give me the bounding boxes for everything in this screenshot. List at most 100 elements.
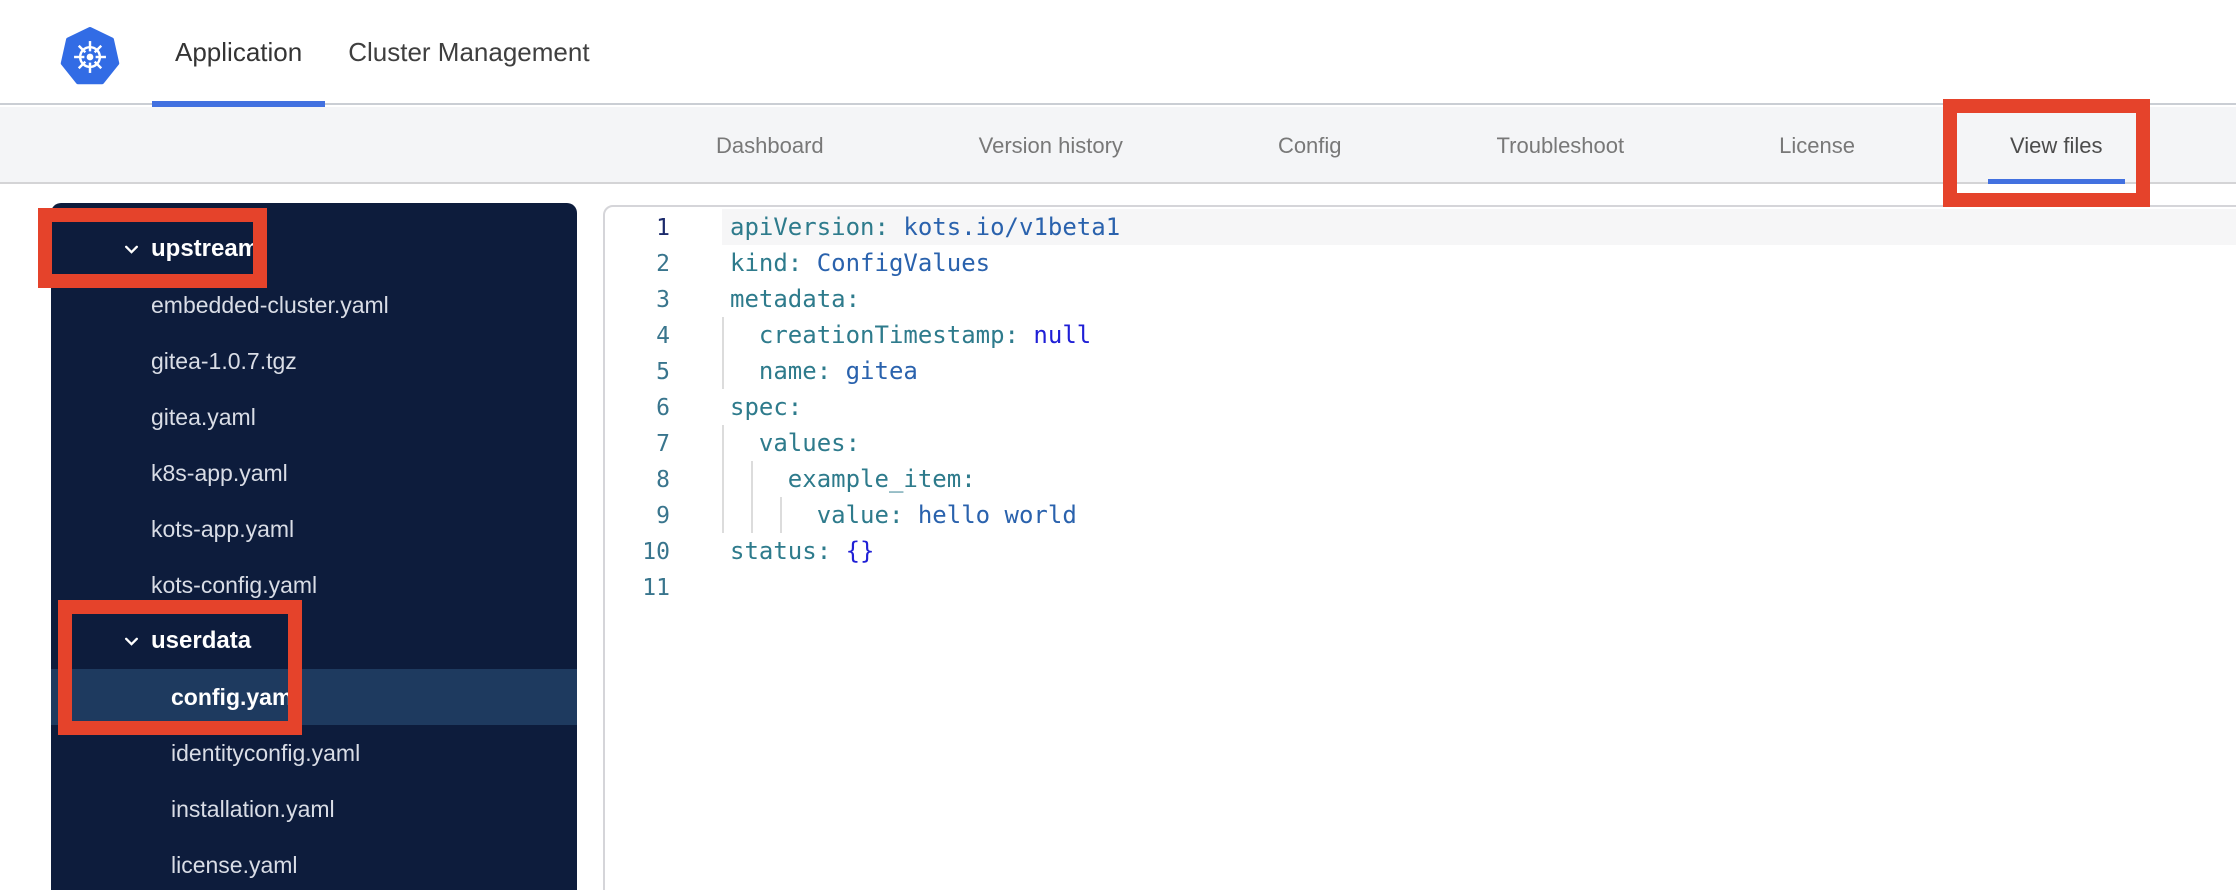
app-tab-label: View files bbox=[2009, 132, 2103, 158]
app-tab-label: Config bbox=[1277, 132, 1342, 158]
code-line-7[interactable]: 7 values: bbox=[605, 425, 2236, 461]
code-line-5[interactable]: 5 name: gitea bbox=[605, 353, 2236, 389]
tree-file-config-yaml[interactable]: config.yaml bbox=[51, 669, 577, 725]
indent-guide bbox=[750, 497, 753, 533]
code-line-3[interactable]: 3 metadata: bbox=[605, 281, 2236, 317]
tree-file-kots-config-yaml[interactable]: kots-config.yaml bbox=[51, 557, 577, 613]
code-line-8[interactable]: 8 example_item: bbox=[605, 461, 2236, 497]
code-token-atom: {} bbox=[831, 537, 875, 565]
app-tab-license[interactable]: License bbox=[1779, 107, 1855, 184]
chevron-down-icon bbox=[125, 637, 138, 646]
tree-file-gitea-yaml[interactable]: gitea.yaml bbox=[51, 389, 577, 445]
code-token-value: hello world bbox=[903, 501, 1077, 529]
indent-guide bbox=[722, 461, 724, 497]
code-text: value: hello world bbox=[730, 501, 1077, 529]
line-number: 4 bbox=[656, 323, 670, 349]
code-line-6[interactable]: 6 spec: bbox=[605, 389, 2236, 425]
app-tab-label: Dashboard bbox=[716, 132, 824, 158]
tree-folder-upstream[interactable]: upstream bbox=[51, 221, 577, 277]
app-tab-troubleshoot[interactable]: Troubleshoot bbox=[1497, 107, 1625, 184]
yaml-code-viewer[interactable]: 1 apiVersion: kots.io/v1beta1 2 kind: Confi… bbox=[603, 205, 2236, 890]
code-token-key: example_item: bbox=[730, 465, 976, 493]
line-number: 11 bbox=[642, 575, 670, 601]
line-number: 8 bbox=[656, 467, 670, 493]
code-token-value: kots.io/v1beta1 bbox=[888, 213, 1121, 241]
tree-file-k8s-app-yaml[interactable]: k8s-app.yaml bbox=[51, 445, 577, 501]
code-line-10[interactable]: 10 status: {} bbox=[605, 533, 2236, 569]
tree-file-kots-app-yaml[interactable]: kots-app.yaml bbox=[51, 501, 577, 557]
line-number: 10 bbox=[642, 539, 670, 565]
line-number: 5 bbox=[656, 359, 670, 385]
code-token-key: name: bbox=[730, 357, 832, 385]
tree-file-installation-yaml[interactable]: installation.yaml bbox=[51, 781, 577, 837]
indent-guide bbox=[722, 317, 724, 353]
code-text: status: {} bbox=[730, 537, 875, 565]
line-number: 6 bbox=[656, 395, 670, 421]
active-tab-underline bbox=[1987, 179, 2125, 184]
file-label: gitea-1.0.7.tgz bbox=[151, 347, 297, 374]
app-tab-label: Version history bbox=[978, 132, 1123, 158]
code-token-key: metadata: bbox=[730, 285, 861, 313]
indent-guide bbox=[722, 353, 724, 389]
code-token-key: status: bbox=[730, 537, 832, 565]
file-label: config.yaml bbox=[171, 683, 299, 710]
tree-file-license-yaml[interactable]: license.yaml bbox=[51, 837, 577, 890]
code-line-2[interactable]: 2 kind: ConfigValues bbox=[605, 245, 2236, 281]
code-line-1[interactable]: 1 apiVersion: kots.io/v1beta1 bbox=[605, 209, 2236, 245]
app-tab-label: License bbox=[1779, 132, 1855, 158]
line-number: 2 bbox=[656, 251, 670, 277]
file-label: installation.yaml bbox=[171, 795, 335, 822]
code-token-key: values: bbox=[730, 429, 861, 457]
tree-file-embedded-cluster-yaml[interactable]: embedded-cluster.yaml bbox=[51, 277, 577, 333]
code-line-9[interactable]: 9 value: hello world bbox=[605, 497, 2236, 533]
code-token-atom: null bbox=[1018, 321, 1092, 349]
app-tab-view-files[interactable]: View files bbox=[1987, 107, 2125, 184]
tree-file-identityconfig-yaml[interactable]: identityconfig.yaml bbox=[51, 725, 577, 781]
top-tab-application[interactable]: Application bbox=[152, 0, 326, 107]
app-nav: Dashboard Version history Config Troublesho… bbox=[0, 107, 2236, 184]
line-number: 3 bbox=[656, 287, 670, 313]
code-token-key: value: bbox=[730, 501, 904, 529]
code-token-value: ConfigValues bbox=[802, 249, 991, 277]
line-number: 7 bbox=[656, 431, 670, 457]
folder-label: userdata bbox=[151, 627, 252, 654]
indent-guide bbox=[750, 461, 753, 497]
tree-file-gitea-1-0-7-tgz[interactable]: gitea-1.0.7.tgz bbox=[51, 333, 577, 389]
code-text: values: bbox=[730, 429, 860, 457]
code-token-key: creationTimestamp: bbox=[730, 321, 1019, 349]
file-tree-sidebar: upstream embedded-cluster.yaml gitea-1.0.7… bbox=[51, 203, 577, 890]
code-text: kind: ConfigValues bbox=[730, 249, 990, 277]
top-tab-cluster-management[interactable]: Cluster Management bbox=[325, 0, 612, 105]
app-nav-tabs: Dashboard Version history Config Troublesho… bbox=[716, 107, 2125, 184]
folder-label: upstream bbox=[151, 235, 260, 262]
kots-admin-console: Application Cluster Management Dashboard V… bbox=[0, 0, 2236, 890]
top-nav: Application Cluster Management bbox=[0, 0, 2236, 107]
line-number: 9 bbox=[656, 503, 670, 529]
file-label: k8s-app.yaml bbox=[151, 459, 288, 486]
app-tab-version-history[interactable]: Version history bbox=[979, 107, 1123, 184]
app-tab-config[interactable]: Config bbox=[1278, 107, 1342, 184]
chevron-down-icon bbox=[125, 245, 138, 254]
line-number: 1 bbox=[656, 215, 670, 241]
code-line-4[interactable]: 4 creationTimestamp: null bbox=[605, 317, 2236, 353]
file-label: license.yaml bbox=[171, 851, 298, 878]
file-label: identityconfig.yaml bbox=[171, 739, 361, 766]
top-tab-label: Cluster Management bbox=[348, 37, 590, 67]
tree-folder-userdata[interactable]: userdata bbox=[51, 613, 577, 669]
code-token-key: spec: bbox=[730, 393, 803, 421]
app-tab-label: Troubleshoot bbox=[1496, 132, 1625, 158]
code-text: example_item: bbox=[730, 465, 976, 493]
code-token-value: gitea bbox=[831, 357, 918, 385]
code-token-key: kind: bbox=[730, 249, 803, 277]
file-label: gitea.yaml bbox=[151, 403, 256, 430]
code-line-11[interactable]: 11 bbox=[605, 569, 2236, 605]
code-text: metadata: bbox=[730, 285, 860, 313]
code-text: apiVersion: kots.io/v1beta1 bbox=[730, 213, 1120, 241]
indent-guide bbox=[722, 497, 724, 533]
kubernetes-logo-icon bbox=[60, 27, 120, 85]
top-nav-tabs: Application Cluster Management bbox=[152, 0, 613, 107]
app-tab-dashboard[interactable]: Dashboard bbox=[716, 107, 824, 184]
code-text: creationTimestamp: null bbox=[730, 321, 1091, 349]
file-label: embedded-cluster.yaml bbox=[151, 291, 389, 318]
top-tab-label: Application bbox=[175, 37, 303, 67]
